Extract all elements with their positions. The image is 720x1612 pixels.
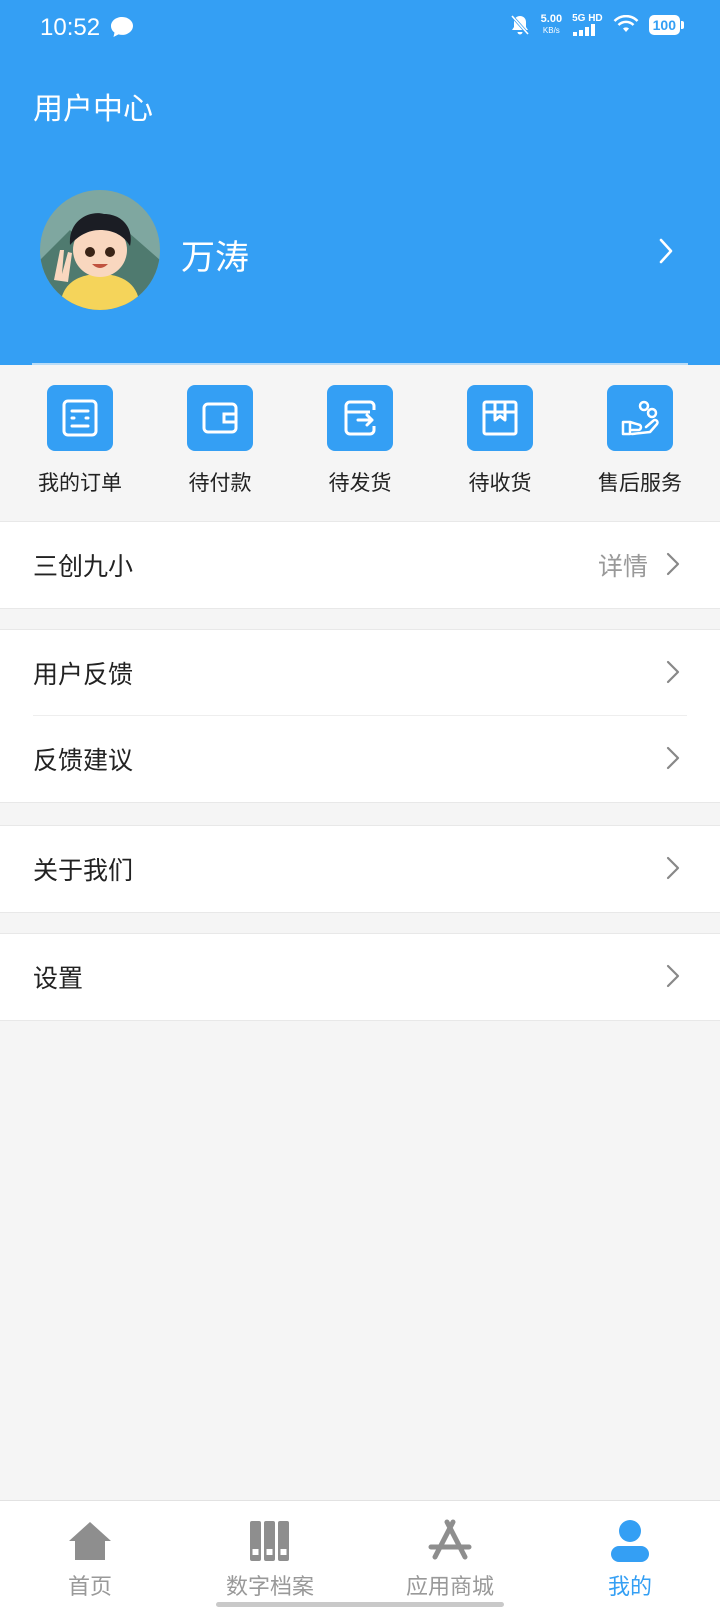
chevron-right-icon [666, 746, 680, 770]
wifi-icon [613, 15, 639, 32]
tab-mine[interactable]: 我的 [540, 1501, 720, 1612]
status-indicators: 5.00 KB/s 5G HD 100 [509, 14, 685, 36]
user-center-screen: 10:52 5.00 KB/s 5G HD 100 用户中心 万涛 我的订单 待… [0, 0, 720, 1612]
wallet-icon [187, 385, 253, 451]
tab-label: 应用商城 [405, 1575, 494, 1600]
school-section: 三创九小 详情 [0, 521, 720, 609]
row-label: 反馈建议 [33, 746, 134, 775]
order-item-pending-receipt[interactable]: 待收货 [432, 365, 568, 522]
silent-bell-icon [510, 15, 529, 35]
home-icon [69, 1522, 111, 1560]
package-icon [467, 385, 533, 451]
order-label: 我的订单 [38, 471, 122, 495]
username: 万涛 [181, 238, 249, 278]
page-title: 用户中心 [33, 92, 153, 127]
tab-label: 数字档案 [225, 1575, 314, 1600]
order-label: 待付款 [188, 471, 252, 495]
menu-row-user-feedback[interactable]: 用户反馈 [0, 630, 720, 716]
details-link[interactable]: 详情 [598, 547, 648, 583]
order-item-pending-payment[interactable]: 待付款 [152, 365, 288, 522]
order-item-pending-shipment[interactable]: 待发货 [292, 365, 428, 522]
row-label: 关于我们 [33, 856, 134, 885]
about-section: 关于我们 [0, 825, 720, 913]
header: 10:52 5.00 KB/s 5G HD 100 用户中心 万涛 [0, 0, 720, 365]
battery-indicator: 100 [648, 15, 685, 35]
order-item-after-sales[interactable]: 售后服务 [572, 365, 708, 522]
order-label: 待收货 [468, 471, 532, 495]
menu-row-school[interactable]: 三创九小 详情 [0, 522, 720, 608]
row-label: 设置 [33, 964, 84, 993]
shipping-box-icon [327, 385, 393, 451]
bottom-tab-bar: 首页 数字档案 应用商城 我的 [0, 1500, 720, 1612]
message-icon [111, 17, 133, 37]
menu-row-suggestions[interactable]: 反馈建议 [0, 716, 720, 802]
tab-label: 我的 [607, 1575, 652, 1600]
chevron-right-icon [659, 238, 673, 264]
menu-row-settings[interactable]: 设置 [0, 934, 720, 1020]
network-speed-value: 5.00 [540, 13, 563, 25]
cellular-indicator: 5G HD [572, 14, 603, 36]
status-time: 10:52 [40, 14, 101, 41]
home-indicator[interactable] [216, 1602, 504, 1607]
order-item-my-orders[interactable]: 我的订单 [12, 365, 148, 522]
chevron-right-icon [666, 660, 680, 684]
tab-app-store[interactable]: 应用商城 [360, 1501, 540, 1612]
order-list-icon [47, 385, 113, 451]
archive-icon [250, 1521, 289, 1561]
menu-row-about[interactable]: 关于我们 [0, 826, 720, 912]
row-label: 用户反馈 [33, 660, 134, 689]
tab-digital-archive[interactable]: 数字档案 [180, 1501, 360, 1612]
profile-icon [611, 1520, 649, 1562]
chevron-right-icon [666, 964, 680, 988]
order-label: 售后服务 [598, 471, 682, 495]
network-speed: 5.00 KB/s [541, 14, 562, 36]
row-label: 三创九小 [33, 552, 134, 581]
chevron-right-icon [666, 856, 680, 880]
app-store-icon [428, 1519, 472, 1560]
tab-home[interactable]: 首页 [0, 1501, 180, 1612]
avatar[interactable] [40, 190, 160, 310]
network-speed-unit: KB/s [542, 26, 560, 35]
settings-section: 设置 [0, 933, 720, 1021]
order-shortcuts: 我的订单 待付款 待发货 待收货 售后服务 [0, 365, 720, 522]
status-bar: 10:52 5.00 KB/s 5G HD 100 [0, 0, 720, 56]
feedback-section: 用户反馈 反馈建议 [0, 629, 720, 803]
profile-card[interactable]: 万涛 [0, 190, 720, 310]
avatar-image [40, 190, 160, 310]
service-hand-icon [607, 385, 673, 451]
signal-icon [573, 24, 596, 36]
order-label: 待发货 [328, 471, 392, 495]
network-type: 5G HD [572, 13, 603, 24]
tab-label: 首页 [67, 1575, 112, 1600]
chevron-right-icon [666, 552, 680, 576]
